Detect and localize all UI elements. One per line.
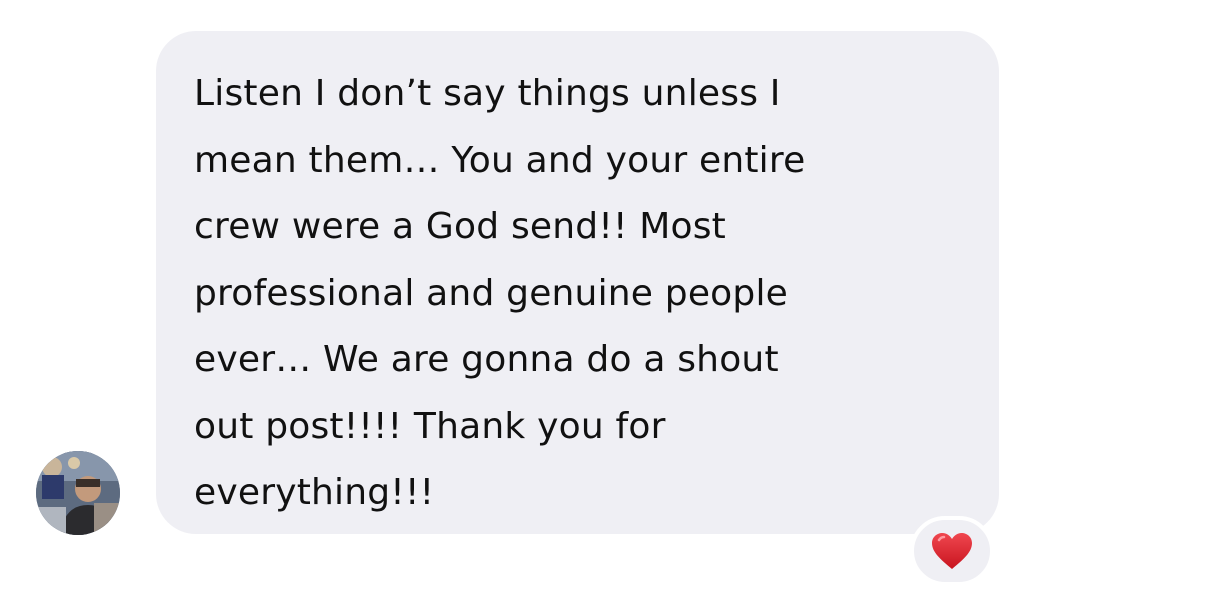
message-text: Listen I don’t say things unless I mean … — [194, 61, 963, 527]
sender-avatar[interactable] — [36, 451, 120, 535]
message-line: Listen I don’t say things unless I — [194, 73, 781, 114]
message-bubble[interactable]: Listen I don’t say things unless I mean … — [156, 31, 999, 534]
red-heart-icon — [932, 533, 972, 569]
message-line: ever… We are gonna do a shout — [194, 339, 779, 380]
message-line: mean them… You and your entire — [194, 139, 806, 181]
avatar-photo — [36, 451, 120, 535]
message-line: everything!!! — [194, 472, 435, 513]
message-line: professional and genuine people — [194, 272, 789, 314]
message-line: out post!!!! Thank you for — [194, 405, 666, 447]
reaction-badge[interactable] — [910, 516, 994, 586]
message-line: crew were a God send!! Most — [194, 206, 726, 247]
